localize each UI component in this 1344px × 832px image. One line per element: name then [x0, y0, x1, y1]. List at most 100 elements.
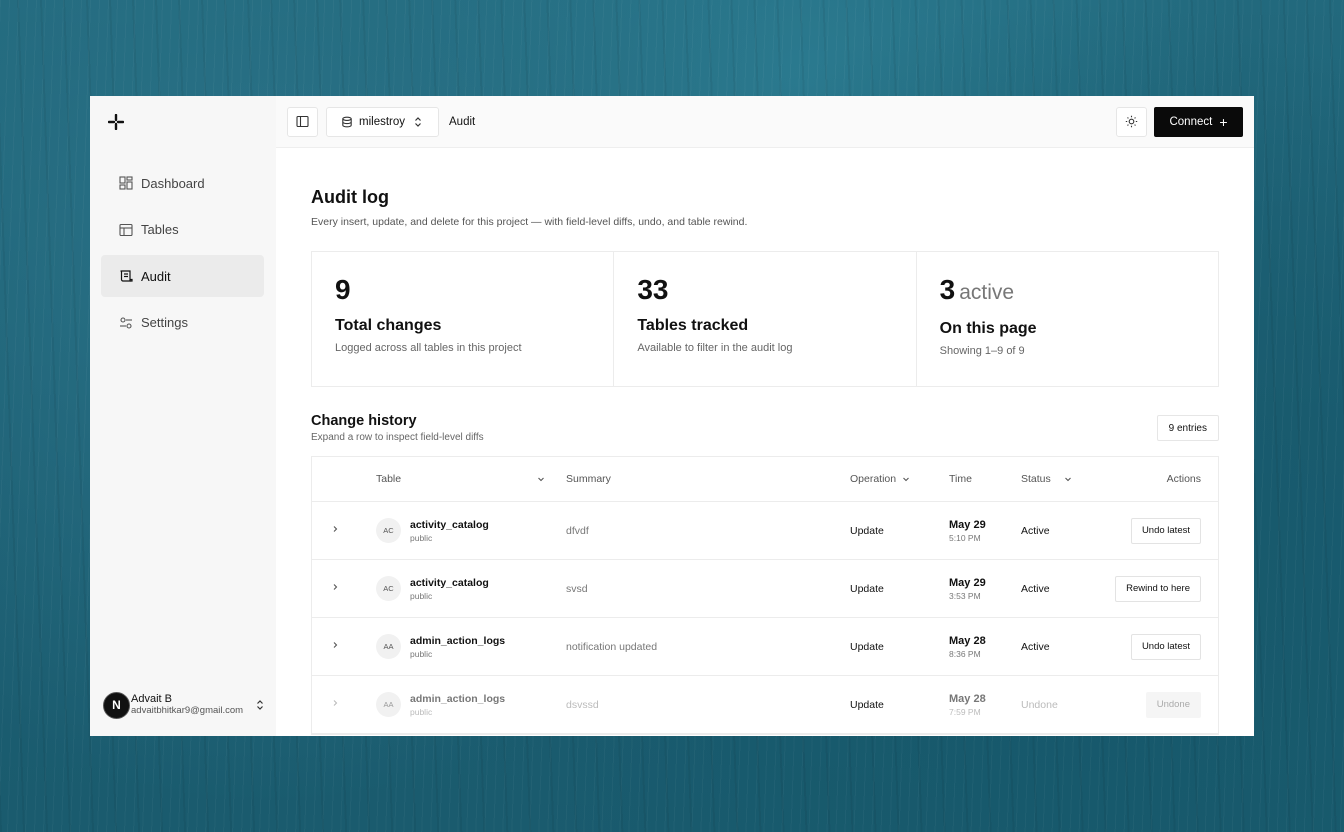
- sun-icon: [1125, 115, 1138, 128]
- row-operation: Update: [850, 582, 884, 595]
- sidebar-item-label: Dashboard: [141, 175, 205, 191]
- column-header-time: Time: [949, 473, 972, 485]
- row-time: 8:36 PM: [949, 648, 981, 659]
- row-date: May 29: [949, 576, 986, 589]
- history-header: Change history Expand a row to inspect f…: [311, 413, 1219, 443]
- theme-toggle-button[interactable]: [1116, 106, 1147, 137]
- stat-title: Tables tracked: [637, 317, 749, 334]
- stat-title: Total changes: [335, 317, 442, 334]
- table-name: activity_catalog: [410, 518, 489, 531]
- chevron-right-icon[interactable]: [330, 582, 340, 592]
- column-header-operation[interactable]: Operation: [850, 473, 949, 485]
- user-name: Advait B: [131, 693, 172, 706]
- table-row[interactable]: AA admin_action_logs public dsvssd Updat…: [312, 676, 1218, 734]
- chevron-right-icon[interactable]: [330, 698, 340, 708]
- rewind-to-here-button[interactable]: Rewind to here: [1115, 575, 1201, 602]
- row-summary: dfvdf: [566, 524, 589, 537]
- sidebar-item-dashboard[interactable]: Dashboard: [101, 162, 264, 204]
- stat-card: 3 active On this page Showing 1–9 of 9: [917, 252, 1218, 386]
- page-description: Every insert, update, and delete for thi…: [311, 216, 748, 228]
- topbar: milestroy Audit Connect +: [276, 96, 1254, 148]
- section-title: Change history: [311, 413, 417, 429]
- column-header-table[interactable]: Table: [376, 473, 566, 485]
- table-initials-badge: AC: [376, 576, 401, 601]
- table-name: activity_catalog: [410, 576, 489, 589]
- logo-icon: [108, 114, 124, 130]
- stat-subtitle: Showing 1–9 of 9: [939, 345, 1025, 357]
- row-summary: dsvssd: [566, 698, 599, 711]
- connect-label: Connect: [1169, 115, 1213, 128]
- scroll-icon: [119, 269, 133, 283]
- project-select[interactable]: milestroy: [326, 106, 440, 137]
- stat-value: 33: [637, 274, 669, 305]
- breadcrumb: Audit: [449, 115, 476, 128]
- sidebar-toggle-icon: [296, 115, 309, 128]
- sidebar-item-label: Settings: [141, 315, 188, 330]
- sidebar-item-label: Tables: [141, 222, 179, 237]
- user-email: advaitbhitkar9@gmail.com: [131, 704, 244, 716]
- row-status: Undone: [1021, 698, 1058, 711]
- chevron-up-down-icon: [415, 116, 421, 127]
- chevron-down-icon: [903, 477, 910, 482]
- chevron-down-icon: [538, 477, 544, 482]
- section-subtitle: Expand a row to inspect field-level diff…: [311, 432, 484, 443]
- chevron-right-icon[interactable]: [330, 640, 340, 650]
- main-area: milestroy Audit Connect + Audit log Ever…: [276, 96, 1254, 736]
- table-initials-badge: AA: [376, 692, 401, 717]
- row-summary: svsd: [566, 582, 588, 595]
- column-header-actions: Actions: [1166, 473, 1201, 485]
- row-status: Active: [1021, 640, 1050, 653]
- table-row[interactable]: AC activity_catalog public dfvdf Update …: [312, 502, 1218, 560]
- chevron-up-down-icon: [257, 700, 263, 710]
- table-schema: public: [410, 532, 433, 543]
- row-time: 5:10 PM: [949, 532, 981, 543]
- sidebar-item-label: Audit: [141, 268, 171, 284]
- table-header: Table Summary Operation Time Status Acti…: [312, 457, 1218, 502]
- sidebar-item-audit[interactable]: Audit: [101, 255, 264, 297]
- stat-suffix: active: [959, 281, 1015, 304]
- sidebar: Dashboard Tables Audit Settings N Advait…: [90, 96, 276, 736]
- plus-icon: +: [1219, 113, 1228, 130]
- row-status: Active: [1021, 524, 1050, 537]
- connect-button[interactable]: Connect +: [1154, 106, 1243, 137]
- stat-subtitle: Logged across all tables in this project: [335, 342, 522, 354]
- stat-card: 9 Total changes Logged across all tables…: [312, 252, 615, 386]
- row-date: May 28: [949, 692, 986, 705]
- table-name: admin_action_logs: [410, 692, 506, 705]
- stat-value: 3: [939, 274, 956, 305]
- project-name: milestroy: [359, 115, 406, 128]
- toggle-sidebar-button[interactable]: [287, 106, 318, 137]
- row-date: May 28: [949, 634, 986, 647]
- chevron-right-icon[interactable]: [330, 524, 340, 534]
- table-row[interactable]: AC activity_catalog public svsd Update M…: [312, 560, 1218, 618]
- column-header-status[interactable]: Status: [1021, 473, 1101, 485]
- sidebar-item-settings[interactable]: Settings: [101, 302, 264, 344]
- row-time: 7:59 PM: [949, 706, 981, 717]
- stat-subtitle: Available to filter in the audit log: [637, 342, 793, 354]
- undone-badge: Undone: [1145, 691, 1201, 718]
- column-header-summary: Summary: [566, 473, 611, 485]
- entries-count-badge: 9 entries: [1156, 415, 1219, 441]
- table-row[interactable]: AA admin_action_logs public notification…: [312, 618, 1218, 676]
- table-schema: public: [410, 648, 433, 659]
- user-menu[interactable]: N Advait B advaitbhitkar9@gmail.com: [103, 688, 266, 722]
- app-window: Dashboard Tables Audit Settings N Advait…: [90, 96, 1254, 736]
- sliders-icon: [119, 316, 133, 330]
- row-operation: Update: [850, 640, 884, 653]
- stat-card: 33 Tables tracked Available to filter in…: [614, 252, 917, 386]
- database-icon: [342, 116, 352, 127]
- chevron-down-icon: [1064, 477, 1071, 482]
- row-status: Active: [1021, 582, 1050, 595]
- sidebar-item-tables[interactable]: Tables: [101, 209, 264, 251]
- undo-latest-button[interactable]: Undo latest: [1130, 517, 1201, 544]
- undo-latest-button[interactable]: Undo latest: [1130, 633, 1201, 660]
- content: Audit log Every insert, update, and dele…: [311, 148, 1219, 736]
- table-name: admin_action_logs: [410, 634, 506, 647]
- table-initials-badge: AA: [376, 634, 401, 659]
- dashboard-icon: [119, 176, 133, 190]
- row-time: 3:53 PM: [949, 590, 981, 601]
- stat-title: On this page: [939, 320, 1037, 337]
- stats-panel: 9 Total changes Logged across all tables…: [311, 251, 1219, 387]
- row-summary: notification updated: [566, 640, 658, 653]
- page-title: Audit log: [311, 187, 389, 207]
